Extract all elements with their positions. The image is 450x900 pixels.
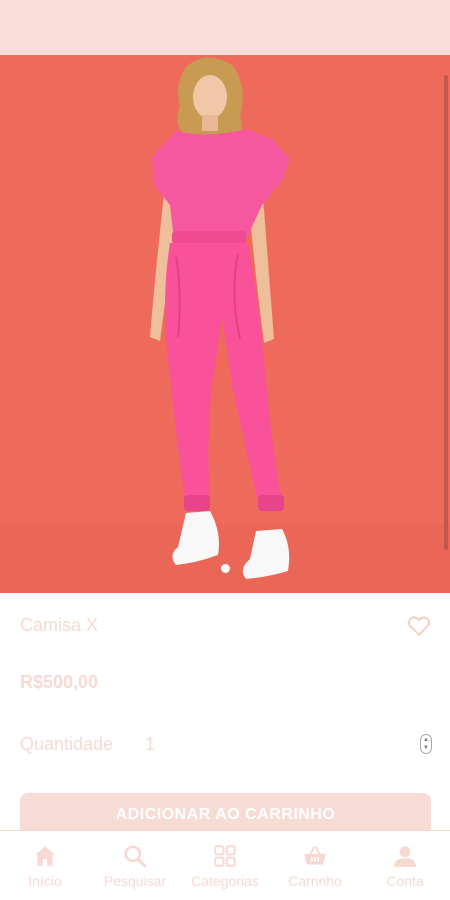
nav-label-account: Conta [386,873,424,889]
nav-item-account[interactable]: Conta [360,831,450,900]
nav-label-search: Pesquisar [103,873,167,889]
product-price: R$500,00 [20,672,99,692]
search-icon [124,845,147,868]
basket-icon [304,846,326,865]
quantity-row: Quantidade 1 ▲ ▼ [20,731,432,757]
bottom-navigation: Início Pesquisar Categorias Carrinho Con… [0,830,450,900]
quantity-label: Quantidade [20,733,114,754]
nav-label-cart: Carrinho [288,873,342,889]
product-title-row: Camisa X [20,610,432,640]
stepper-down-icon[interactable]: ▼ [423,745,429,751]
quantity-value[interactable]: 1 [145,734,155,755]
heart-icon[interactable] [406,612,432,638]
nav-label-categories: Categorias [191,873,259,889]
quantity-stepper[interactable]: ▲ ▼ [420,734,432,754]
stepper-up-icon[interactable]: ▲ [423,737,429,743]
nav-item-home[interactable]: Início [0,831,90,900]
carousel-indicator [0,564,450,573]
carousel-dot-active[interactable] [220,564,230,573]
user-icon [394,846,416,867]
product-name: Camisa X [20,614,99,635]
nav-item-categories[interactable]: Categorias [180,831,270,900]
image-scrollbar[interactable] [444,75,448,550]
top-app-bar [0,0,450,55]
nav-label-home: Início [28,873,62,889]
grid-icon [214,845,236,867]
home-icon [35,846,55,866]
nav-item-search[interactable]: Pesquisar [90,831,180,900]
product-photo [150,57,290,579]
product-image-carousel[interactable] [0,55,450,593]
nav-item-cart[interactable]: Carrinho [270,831,360,900]
